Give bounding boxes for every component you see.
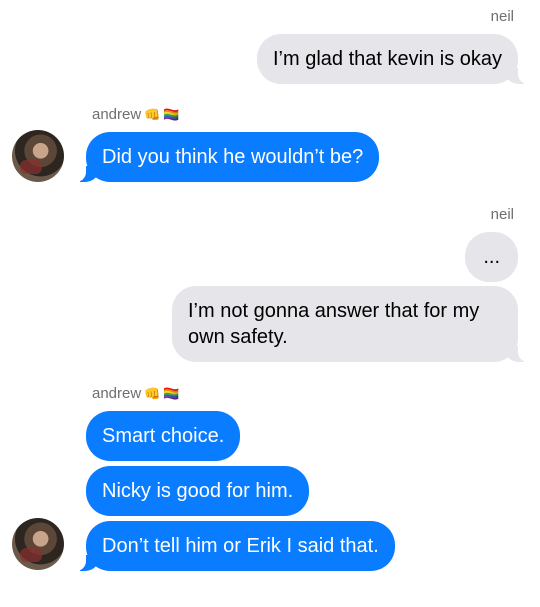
message-bubble-sent[interactable]: ...: [465, 232, 518, 282]
rainbow-flag-emoji-icon: 🏳️‍🌈: [163, 386, 180, 401]
message-bubble-received[interactable]: Did you think he wouldn’t be?: [71, 132, 380, 182]
sender-name-andrew: andrew 👊 🏳️‍🌈: [92, 385, 180, 402]
avatar[interactable]: [12, 518, 64, 570]
rainbow-flag-emoji-icon: 🏳️‍🌈: [163, 107, 180, 122]
sender-name-label: andrew: [92, 106, 142, 123]
fist-emoji-icon: 👊: [144, 107, 161, 122]
message-bubble-sent[interactable]: I’m glad that kevin is okay: [257, 34, 532, 84]
message-bubble-received[interactable]: Smart choice.: [86, 411, 241, 461]
sender-name-andrew: andrew 👊 🏳️‍🌈: [92, 106, 180, 123]
sender-name-label: andrew: [92, 385, 142, 402]
sender-name-neil: neil: [490, 206, 514, 223]
message-bubble-received[interactable]: Nicky is good for him.: [86, 466, 310, 516]
fist-emoji-icon: 👊: [144, 386, 161, 401]
message-bubble-received[interactable]: Don’t tell him or Erik I said that.: [72, 521, 395, 571]
message-bubble-sent[interactable]: I’m not gonna answer that for my own saf…: [172, 286, 532, 362]
avatar[interactable]: [12, 130, 64, 182]
sender-name-neil: neil: [490, 8, 514, 25]
